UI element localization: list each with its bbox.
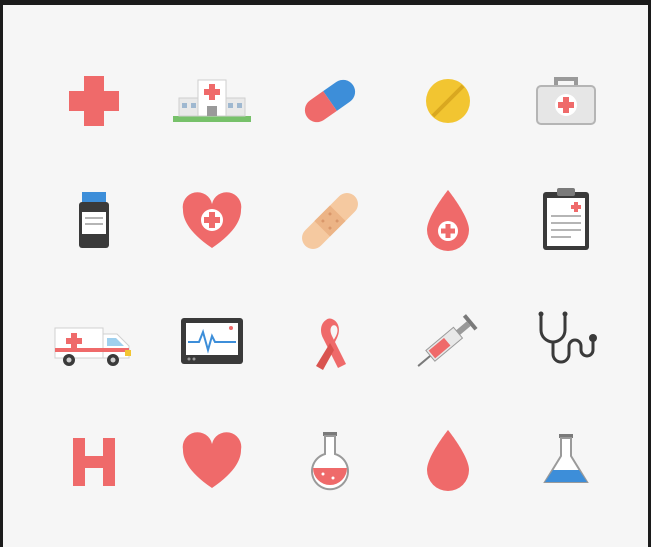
icon-grid <box>35 41 625 521</box>
cell-stethoscope <box>507 281 625 401</box>
capsule-pill-icon <box>304 79 356 123</box>
medicine-bottle-icon <box>79 192 109 248</box>
adhesive-bandage-icon <box>302 193 358 249</box>
cell-hospital-building <box>153 41 271 161</box>
blood-drop-cross-icon <box>427 190 469 251</box>
medical-clipboard-icon <box>543 188 589 250</box>
cell-ribbon <box>271 281 389 401</box>
cell-round-flask <box>271 401 389 521</box>
cell-heart-cross <box>153 161 271 281</box>
cell-heart-monitor <box>153 281 271 401</box>
cell-heart <box>153 401 271 521</box>
cell-clipboard <box>507 161 625 281</box>
first-aid-kit-icon <box>536 77 596 125</box>
stethoscope-icon <box>538 311 597 364</box>
heart-cross-icon <box>182 192 242 248</box>
hospital-building-icon <box>173 79 251 122</box>
cell-hospital-h <box>35 401 153 521</box>
cell-medicine-bottle <box>35 161 153 281</box>
cell-first-aid-kit <box>507 41 625 161</box>
cell-blood-drop <box>389 401 507 521</box>
cell-ambulance <box>35 281 153 401</box>
cell-syringe <box>389 281 507 401</box>
syringe-icon <box>417 314 478 367</box>
screenshot-frame <box>0 0 651 547</box>
cell-blood-drop-cross <box>389 161 507 281</box>
cell-capsule <box>271 41 389 161</box>
red-cross-icon <box>69 76 119 126</box>
heart-icon <box>182 432 242 488</box>
tablet-pill-icon <box>426 79 470 123</box>
awareness-ribbon-icon <box>316 318 346 370</box>
cell-erlenmeyer-flask <box>507 401 625 521</box>
round-flask-icon <box>311 432 349 491</box>
heart-monitor-icon <box>181 318 243 364</box>
ambulance-icon <box>54 327 131 366</box>
blood-drop-icon <box>427 430 469 491</box>
cell-bandage <box>271 161 389 281</box>
cell-tablet <box>389 41 507 161</box>
icon-sheet <box>3 5 648 547</box>
hospital-h-icon <box>73 438 115 486</box>
erlenmeyer-flask-icon <box>543 434 589 483</box>
cell-red-cross <box>35 41 153 161</box>
